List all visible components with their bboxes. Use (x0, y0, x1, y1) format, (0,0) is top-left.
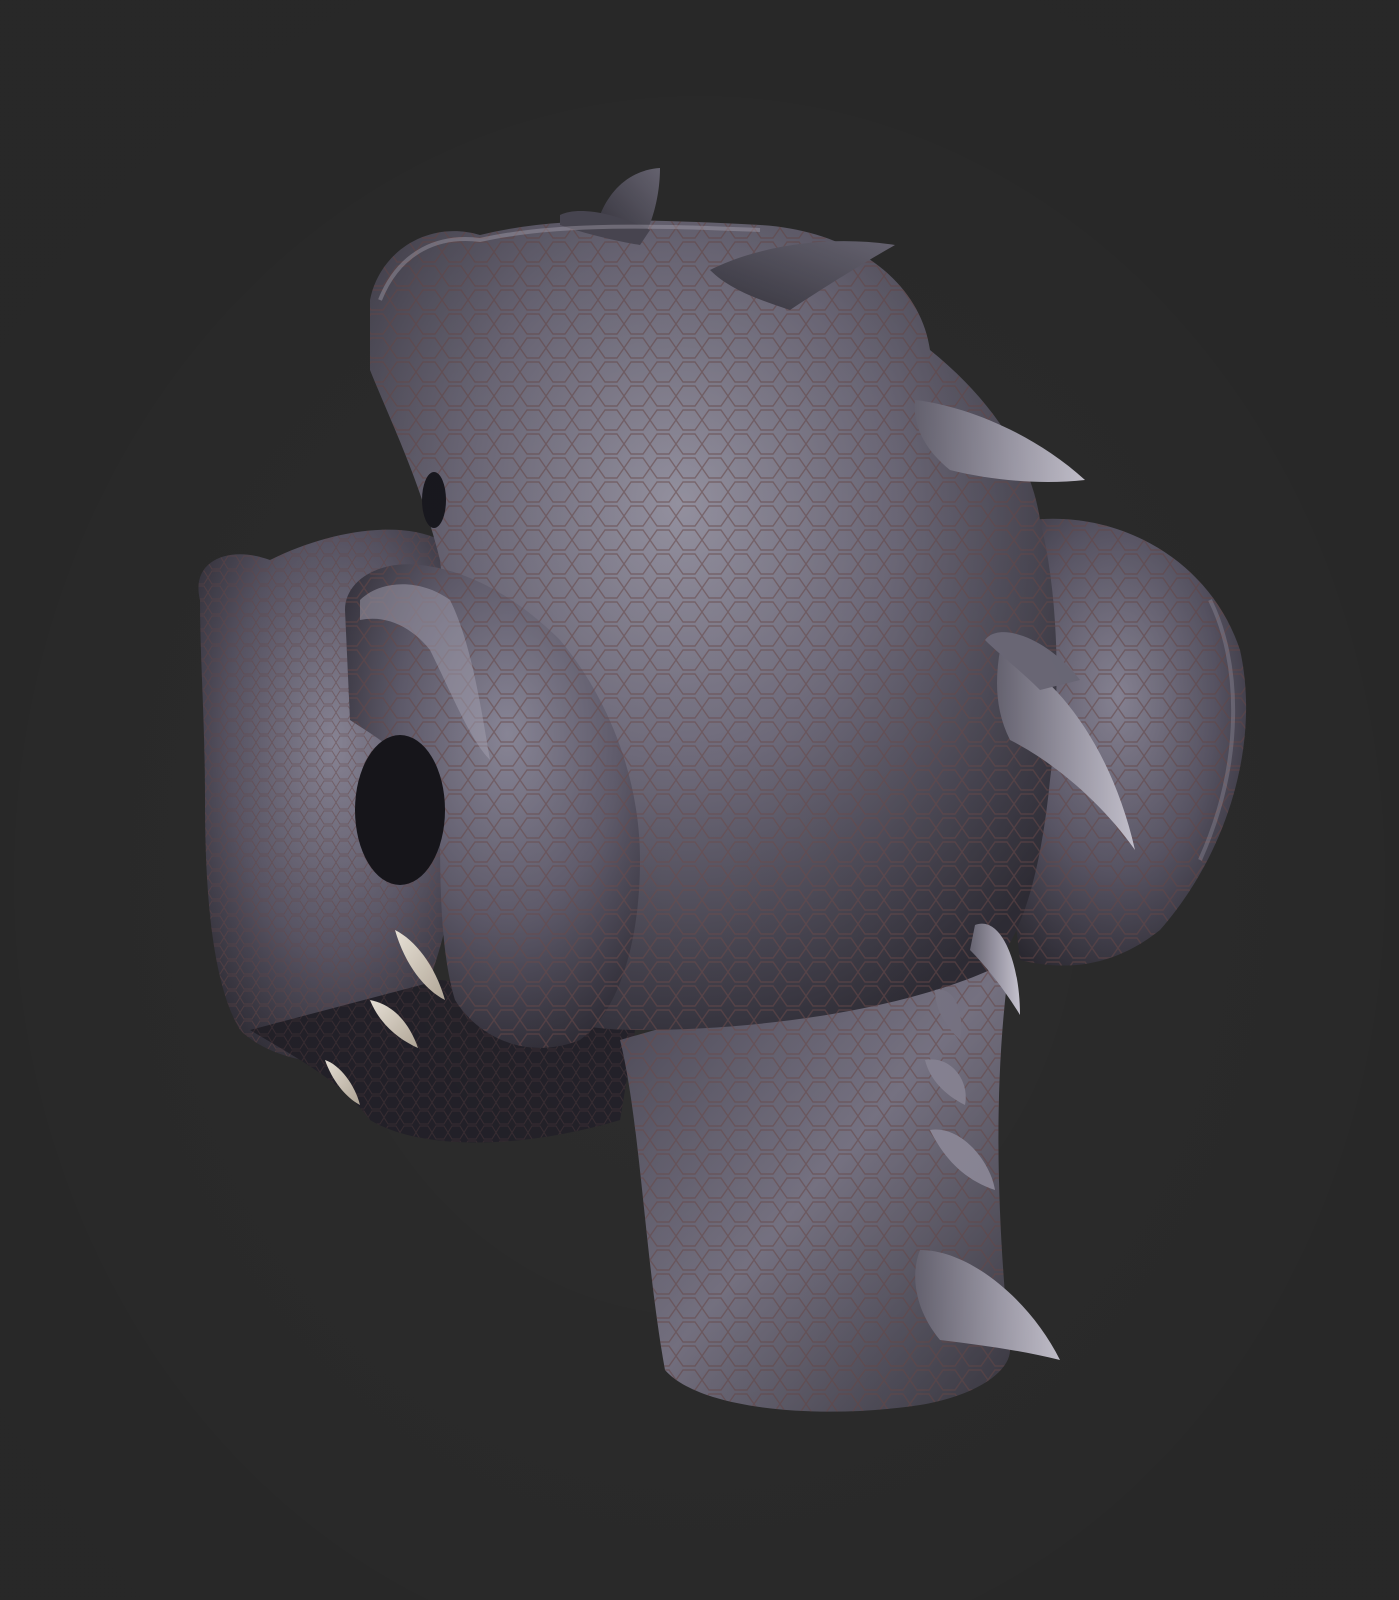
vignette (0, 0, 1399, 1600)
render-viewport (0, 0, 1399, 1600)
creature-head-sculpt (0, 0, 1399, 1600)
